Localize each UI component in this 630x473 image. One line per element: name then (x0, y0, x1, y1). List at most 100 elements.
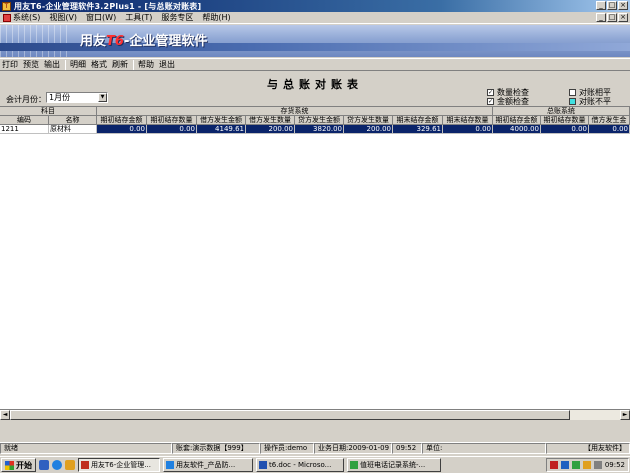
col-open-qty[interactable]: 期初结存数量 (147, 116, 197, 125)
col-gl-open-amount[interactable]: 期初结存金额 (493, 116, 541, 125)
app-icon: T (2, 1, 11, 11)
app-task-icon (350, 461, 358, 469)
menu-service[interactable]: 服务专区 (161, 12, 193, 23)
horizontal-scrollbar[interactable]: ◄ ► (0, 409, 630, 420)
group-header-inventory: 存货系统 (97, 107, 493, 116)
col-open-amount[interactable]: 期初结存金额 (97, 116, 147, 125)
cell-close-amount[interactable]: 329.61 (393, 125, 443, 134)
status-unit: 单位: (422, 443, 546, 454)
col-credit-qty[interactable]: 贷方发生数量 (344, 116, 393, 125)
chevron-down-icon[interactable]: ▼ (98, 93, 107, 102)
mdi-close-button[interactable]: × (618, 13, 628, 22)
table-row[interactable]: 1211 原材料 0.00 0.00 4149.61 200.00 3820.0… (0, 125, 630, 134)
menu-system[interactable]: 系统(S) (13, 12, 40, 23)
menu-window[interactable]: 窗口(W) (86, 12, 116, 23)
cell-debit-qty[interactable]: 200.00 (246, 125, 295, 134)
status-vendor: 【用友软件】 (546, 443, 630, 454)
col-debit-amount[interactable]: 借方发生金额 (197, 116, 246, 125)
windows-logo-icon (5, 460, 14, 470)
detail-button[interactable]: 明细 (70, 59, 86, 70)
mdi-restore-button[interactable]: □ (607, 13, 617, 22)
col-credit-amount[interactable]: 贷方发生金额 (295, 116, 344, 125)
checkbox-checked-icon[interactable]: ✓ (487, 98, 494, 105)
task-duty-log-label: 值班电话记录系统-... (360, 461, 426, 469)
cell-credit-amount[interactable]: 3820.00 (295, 125, 344, 134)
cell-open-qty[interactable]: 0.00 (147, 125, 197, 134)
export-button[interactable]: 输出 (44, 59, 60, 70)
cell-gl-open-amount[interactable]: 4000.00 (493, 125, 541, 134)
refresh-button[interactable]: 刷新 (112, 59, 128, 70)
group-header-subject: 科目 (0, 107, 97, 116)
col-gl-debit-amount[interactable]: 借方发生金 (589, 116, 630, 125)
group-header-row: 科目 存货系统 总账系统 (0, 107, 630, 116)
brand-t6: T6 (106, 34, 124, 49)
column-header-row: 编码 名称 期初结存金额 期初结存数量 借方发生金额 借方发生数量 贷方发生金额… (0, 116, 630, 125)
desktop-icon[interactable] (39, 460, 49, 470)
cell-gl-debit-amount[interactable]: 0.00 (589, 125, 630, 134)
maximize-button[interactable]: □ (607, 1, 617, 10)
word-task-icon (259, 461, 267, 469)
start-button[interactable]: 开始 (1, 458, 36, 472)
tray-icon[interactable] (560, 461, 569, 469)
toolbar: 打印 预览 输出 明细 格式 刷新 帮助 退出 (0, 58, 630, 71)
status-ready: 就绪 (0, 443, 172, 454)
tray-icon[interactable] (582, 461, 591, 469)
title-bar[interactable]: T 用友T6-企业管理软件3.2Plus1 - [与总账对账表] _ □ × (0, 0, 630, 12)
reconciliation-grid[interactable]: 科目 存货系统 总账系统 编码 名称 期初结存金额 期初结存数量 借方发生金额 … (0, 106, 630, 409)
mdi-minimize-button[interactable]: _ (596, 13, 606, 22)
close-button[interactable]: × (618, 1, 628, 10)
menu-tools[interactable]: 工具(T) (125, 12, 152, 23)
brand-banner: 用友T6-企业管理软件 (0, 25, 630, 57)
cell-code[interactable]: 1211 (0, 125, 49, 134)
group-header-ledger: 总账系统 (493, 107, 630, 116)
cell-debit-amount[interactable]: 4149.61 (197, 125, 246, 134)
task-yonyou-web[interactable]: 用友软件_产品防... (163, 458, 253, 472)
status-date: 业务日期:2009-01-09 (314, 443, 392, 454)
help-button[interactable]: 帮助 (138, 59, 154, 70)
format-button[interactable]: 格式 (91, 59, 107, 70)
banner-pattern (0, 25, 70, 57)
scroll-left-icon[interactable]: ◄ (0, 410, 10, 420)
cell-name[interactable]: 原材料 (49, 125, 97, 134)
brand-logo: 用友T6-企业管理软件 (80, 30, 207, 49)
task-duty-log[interactable]: 值班电话记录系统-... (347, 458, 441, 472)
col-close-amount[interactable]: 期末结存金额 (393, 116, 443, 125)
ie-icon[interactable] (52, 460, 62, 470)
menu-view[interactable]: 视图(V) (49, 12, 77, 23)
preview-button[interactable]: 预览 (23, 59, 39, 70)
status-bar: 就绪 账套:演示数据【999】 操作员:demo 业务日期:2009-01-09… (0, 442, 630, 454)
task-t6-label: 用友T6-企业管理... (91, 461, 151, 469)
col-code[interactable]: 编码 (0, 116, 49, 125)
cell-open-amount[interactable]: 0.00 (97, 125, 147, 134)
col-name[interactable]: 名称 (49, 116, 97, 125)
cell-credit-qty[interactable]: 200.00 (344, 125, 393, 134)
system-tray: 09:52 (545, 458, 629, 472)
cell-close-qty[interactable]: 0.00 (443, 125, 493, 134)
tray-icon[interactable] (571, 461, 580, 469)
print-button[interactable]: 打印 (2, 59, 18, 70)
scroll-thumb[interactable] (10, 410, 570, 420)
task-yonyou-web-label: 用友软件_产品防... (176, 461, 236, 469)
speaker-icon[interactable] (593, 461, 602, 469)
col-close-qty[interactable]: 期末结存数量 (443, 116, 493, 125)
clock[interactable]: 09:52 (605, 461, 625, 469)
col-debit-qty[interactable]: 借方发生数量 (246, 116, 295, 125)
task-word[interactable]: t6.doc - Microso... (256, 458, 344, 472)
legend-swatch-unbalanced (569, 98, 576, 105)
tray-icon[interactable] (549, 461, 558, 469)
cell-gl-open-qty[interactable]: 0.00 (541, 125, 589, 134)
exit-button[interactable]: 退出 (159, 59, 175, 70)
folder-icon[interactable] (65, 460, 75, 470)
toolbar-separator (133, 59, 134, 70)
scroll-right-icon[interactable]: ► (620, 410, 630, 420)
document-icon[interactable] (3, 13, 11, 22)
month-value: 1月份 (49, 93, 71, 102)
task-t6[interactable]: 用友T6-企业管理... (78, 458, 160, 472)
menu-help[interactable]: 帮助(H) (202, 12, 230, 23)
month-select[interactable]: 1月份 ▼ (46, 92, 108, 103)
start-label: 开始 (16, 460, 32, 470)
checkbox-checked-icon[interactable]: ✓ (487, 89, 494, 96)
brand-suffix: -企业管理软件 (123, 34, 208, 49)
minimize-button[interactable]: _ (596, 1, 606, 10)
col-gl-open-qty[interactable]: 期初结存数量 (541, 116, 589, 125)
